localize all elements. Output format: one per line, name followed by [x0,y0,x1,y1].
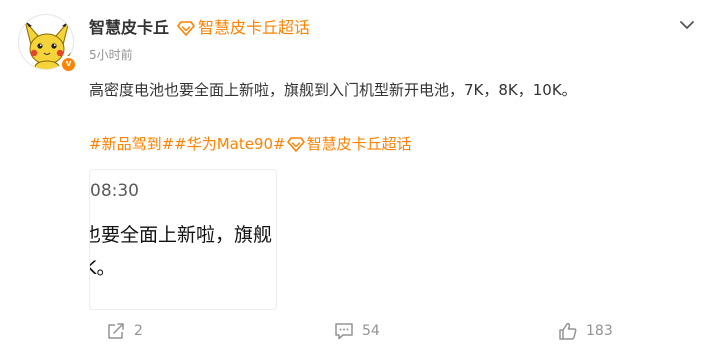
topic-line: #新品驾到# #华为Mate90# 智慧皮卡丘超话 [89,133,412,155]
thumbs-up-icon [559,322,577,340]
diamond-icon [177,20,195,36]
weibo-post: v 智慧皮卡丘 智慧皮卡丘超话 5小时前 高密度电池也要全面上新啦，旗舰到入门机… [0,0,720,357]
comment-icon [335,323,353,340]
repost-icon [108,323,124,339]
supertopic-label: 智慧皮卡丘超话 [198,18,311,37]
repost-button[interactable]: 2 [106,320,143,342]
diamond-icon [286,136,305,152]
comment-button[interactable]: 54 [334,320,380,342]
username[interactable]: 智慧皮卡丘 [89,17,169,39]
chevron-down-icon[interactable] [679,16,695,29]
topic-link-huawei-mate90[interactable]: #华为Mate90# [174,133,285,155]
image-text-line-2: K。 [90,257,116,279]
repost-count: 2 [134,323,143,339]
post-text: 高密度电池也要全面上新啦，旗舰到入门机型新开电池，7K，8K，10K。 [89,81,577,99]
topic-link-supertopic[interactable]: 智慧皮卡丘超话 [307,133,412,155]
topic-link-new-products[interactable]: #新品驾到# [89,133,174,155]
post-timestamp[interactable]: 5小时前 [89,47,133,63]
verified-badge-label: v [65,59,72,69]
image-time-text: 08:30 [90,181,139,201]
image-text-line-1: 也要全面上新啦，旗舰 [89,224,273,246]
verified-badge-icon: v [60,56,77,73]
like-button[interactable]: 183 [558,320,613,342]
like-count: 183 [586,323,613,339]
avatar[interactable]: v [18,14,78,74]
post-image[interactable]: 08:30 也要全面上新啦，旗舰 K。 [89,169,277,310]
comment-count: 54 [362,323,380,339]
supertopic-link[interactable]: 智慧皮卡丘超话 [177,17,310,39]
